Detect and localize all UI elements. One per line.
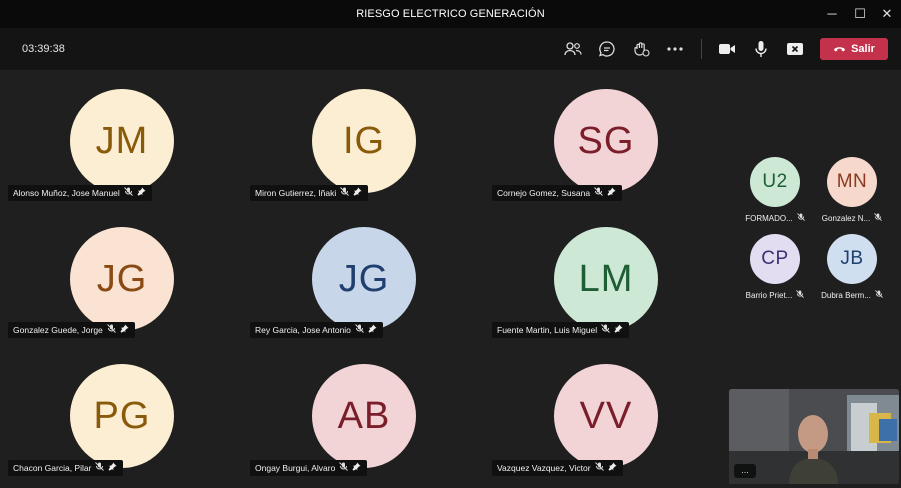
participant-name: Miron Gutierrez, Iñaki	[255, 188, 337, 198]
microphone-icon[interactable]	[750, 38, 772, 60]
avatar: JG	[70, 227, 174, 331]
participant-tile[interactable]: JM Alonso Muñoz, Jose Manuel	[0, 70, 242, 205]
pin-icon[interactable]	[607, 185, 616, 201]
side-participant[interactable]: MN Gonzalez N...	[817, 157, 887, 223]
muted-mic-icon	[123, 185, 133, 201]
avatar: IG	[312, 89, 416, 193]
participant-name-bar: Rey Garcia, Jose Antonio	[250, 322, 383, 338]
side-participant[interactable]: JB Dubra Berm...	[817, 234, 887, 300]
participants-icon[interactable]	[562, 38, 584, 60]
self-view-more-button[interactable]: ...	[734, 464, 756, 478]
reactions-icon[interactable]	[630, 38, 652, 60]
participant-name: Dubra Berm...	[821, 290, 871, 300]
participant-name: Chacon Garcia, Pilar	[13, 463, 92, 473]
participant-name-bar: Gonzalez Guede, Jorge	[8, 322, 135, 338]
pin-icon[interactable]	[120, 322, 129, 338]
participant-name-bar: Ongay Burgui, Alvaro	[250, 460, 368, 476]
avatar: SG	[554, 89, 658, 193]
avatar: U2	[750, 157, 800, 207]
participant-tile[interactable]: IG Miron Gutierrez, Iñaki	[242, 70, 484, 205]
self-video-preview[interactable]: ...	[729, 389, 899, 484]
avatar: JB	[827, 234, 877, 284]
participant-name-bar: Cornejo Gomez, Susana	[492, 185, 623, 201]
participant-name: Gonzalez Guede, Jorge	[13, 325, 103, 335]
pin-icon[interactable]	[353, 185, 362, 201]
side-participant[interactable]: U2 FORMADO...	[740, 157, 810, 223]
avatar: MN	[827, 157, 877, 207]
pin-icon[interactable]	[368, 322, 377, 338]
muted-mic-icon	[594, 185, 603, 201]
maximize-icon[interactable]: ☐	[850, 5, 870, 23]
participant-tile[interactable]: PG Chacon Garcia, Pilar	[0, 345, 242, 480]
meeting-timer: 03:39:38	[22, 43, 65, 55]
meeting-toolbar: 03:39:38 Salir	[0, 28, 901, 70]
participant-name: Gonzalez N...	[821, 213, 871, 223]
muted-mic-icon	[796, 213, 805, 223]
camera-icon[interactable]	[716, 38, 738, 60]
window-title: RIESGO ELECTRICO GENERACIÓN	[356, 8, 545, 20]
participant-tile[interactable]: SG Cornejo Gomez, Susana	[484, 70, 726, 205]
muted-mic-icon	[875, 290, 883, 300]
avatar: AB	[312, 364, 416, 468]
leave-button[interactable]: Salir	[820, 38, 888, 60]
pin-icon[interactable]	[108, 460, 117, 476]
muted-mic-icon	[106, 322, 116, 338]
close-icon[interactable]: ✕	[877, 5, 897, 23]
participant-name-bar: Miron Gutierrez, Iñaki	[250, 185, 369, 201]
participant-tile[interactable]: JG Gonzalez Guede, Jorge	[0, 207, 242, 342]
pin-icon[interactable]	[608, 460, 617, 476]
participant-name-bar: Vazquez Vazquez, Victor	[492, 460, 623, 476]
muted-mic-icon	[339, 460, 349, 476]
participant-name: Cornejo Gomez, Susana	[497, 188, 591, 198]
pin-icon[interactable]	[352, 460, 361, 476]
participant-name: Ongay Burgui, Alvaro	[255, 463, 336, 473]
participant-name: Fuente Martin, Luis Miguel	[497, 325, 598, 335]
participant-name: FORMADO...	[745, 213, 793, 223]
leave-label: Salir	[851, 43, 875, 55]
avatar: PG	[70, 364, 174, 468]
muted-mic-icon	[874, 213, 883, 223]
muted-mic-icon	[594, 460, 604, 476]
more-options-icon[interactable]	[664, 38, 686, 60]
avatar: CP	[750, 234, 800, 284]
title-bar: RIESGO ELECTRICO GENERACIÓN ─ ☐ ✕	[0, 0, 901, 28]
muted-mic-icon	[355, 322, 364, 338]
toolbar-divider	[701, 39, 702, 59]
participant-name-bar: Alonso Muñoz, Jose Manuel	[8, 185, 152, 201]
avatar: LM	[554, 227, 658, 331]
participant-name-bar: Fuente Martin, Luis Miguel	[492, 322, 630, 338]
participant-tile[interactable]: AB Ongay Burgui, Alvaro	[242, 345, 484, 480]
participant-name: Alonso Muñoz, Jose Manuel	[13, 188, 120, 198]
minimize-icon[interactable]: ─	[822, 5, 842, 23]
avatar: JG	[312, 227, 416, 331]
muted-mic-icon	[796, 290, 805, 300]
participant-tile[interactable]: VV Vazquez Vazquez, Victor	[484, 345, 726, 480]
muted-mic-icon	[601, 322, 611, 338]
avatar: VV	[554, 364, 658, 468]
participant-tile[interactable]: JG Rey Garcia, Jose Antonio	[242, 207, 484, 342]
phone-hangup-icon	[833, 43, 846, 55]
chat-icon[interactable]	[596, 38, 618, 60]
participant-name: Vazquez Vazquez, Victor	[497, 463, 591, 473]
participant-name: Rey Garcia, Jose Antonio	[255, 325, 351, 335]
side-participant[interactable]: CP Barrio Priet...	[740, 234, 810, 300]
muted-mic-icon	[340, 185, 350, 201]
participant-name-bar: Chacon Garcia, Pilar	[8, 460, 124, 476]
pin-icon[interactable]	[614, 322, 623, 338]
muted-mic-icon	[95, 460, 105, 476]
pin-icon[interactable]	[137, 185, 146, 201]
avatar: JM	[70, 89, 174, 193]
participant-tile[interactable]: LM Fuente Martin, Luis Miguel	[484, 207, 726, 342]
share-screen-icon[interactable]	[784, 38, 806, 60]
participant-name: Barrio Priet...	[745, 290, 793, 300]
